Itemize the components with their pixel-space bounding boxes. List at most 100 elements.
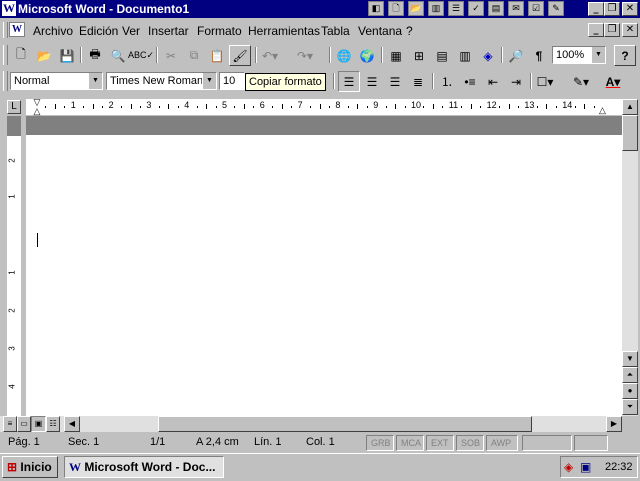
- select-browse-object-icon[interactable]: ●: [622, 383, 638, 399]
- scroll-left-button[interactable]: ◀: [64, 416, 80, 432]
- mode-awp[interactable]: AWP: [486, 435, 518, 451]
- chevron-down-icon[interactable]: ▼: [88, 73, 102, 89]
- word-app-icon[interactable]: W: [2, 1, 16, 16]
- tables-borders-icon[interactable]: ▦: [385, 45, 407, 66]
- bullets-icon[interactable]: •≡: [459, 71, 481, 92]
- save-icon[interactable]: 💾: [56, 45, 78, 66]
- font-combo[interactable]: Times New Roman ▼: [106, 72, 217, 90]
- vertical-ruler[interactable]: 2 1 1 2 3 4: [7, 136, 21, 416]
- menu-insertar[interactable]: Insertar: [148, 24, 189, 38]
- right-indent-marker[interactable]: △: [599, 105, 606, 116]
- chevron-down-icon[interactable]: ▼: [591, 47, 605, 63]
- taskbar-word-button[interactable]: W Microsoft Word - Doc...: [64, 456, 224, 478]
- horizontal-ruler[interactable]: 1 2 3 4 5 6 7 8 9 10 11 12 13 14: [26, 99, 622, 115]
- align-left-icon[interactable]: ☰: [338, 71, 360, 92]
- vertical-scroll-thumb[interactable]: [622, 115, 638, 151]
- online-layout-icon[interactable]: ▭: [17, 416, 31, 432]
- document-icon[interactable]: W: [9, 22, 25, 37]
- show-hide-icon[interactable]: ¶: [528, 45, 550, 66]
- document-map-icon[interactable]: 🔎: [505, 45, 527, 66]
- task-icon[interactable]: ▤: [488, 1, 504, 16]
- menu-herramientas[interactable]: Herramientas: [248, 24, 320, 38]
- menu-help[interactable]: ?: [406, 24, 413, 38]
- document-page[interactable]: [26, 116, 622, 416]
- doc-minimize-button[interactable]: _: [588, 23, 604, 37]
- format-toolbar-grip[interactable]: [3, 71, 8, 91]
- horizontal-scroll-thumb[interactable]: [158, 416, 532, 432]
- outline-view-icon[interactable]: ☷: [46, 416, 60, 432]
- menubar-grip[interactable]: [3, 22, 8, 38]
- mode-grb[interactable]: GRB: [366, 435, 394, 451]
- title-bar[interactable]: W Microsoft Word - Documento1 _ ❐ ✕ ◧ 🗋 📂 ▥…: [0, 0, 640, 18]
- new-document-icon[interactable]: 🗋: [10, 45, 32, 66]
- scroll-up-button[interactable]: ▲: [622, 99, 638, 115]
- insert-table-icon[interactable]: ⊞: [408, 45, 430, 66]
- shortcut-icon[interactable]: ☑: [528, 1, 544, 16]
- scroll-right-button[interactable]: ▶: [606, 416, 622, 432]
- font-color-icon[interactable]: A▾: [602, 71, 624, 92]
- mode-sob[interactable]: SOB: [456, 435, 484, 451]
- print-preview-icon[interactable]: 🔍: [107, 45, 129, 66]
- indent-marker[interactable]: ▽ △: [32, 98, 42, 116]
- start-button[interactable]: ⊞ Inicio: [2, 456, 58, 478]
- mode-ext[interactable]: EXT: [426, 435, 454, 451]
- align-right-icon[interactable]: ☰: [384, 71, 406, 92]
- note-icon[interactable]: ✓: [468, 1, 484, 16]
- insert-excel-icon[interactable]: ▤: [431, 45, 453, 66]
- standard-toolbar-grip[interactable]: [3, 45, 8, 65]
- page-layout-icon[interactable]: ▣: [31, 416, 46, 432]
- copy-icon[interactable]: ⧉: [183, 45, 205, 66]
- restore-button[interactable]: ❐: [604, 2, 620, 16]
- menu-formato[interactable]: Formato: [197, 24, 242, 38]
- highlight-icon[interactable]: ✎▾: [570, 71, 592, 92]
- open-icon[interactable]: 📂: [408, 1, 424, 16]
- menu-ventana[interactable]: Ventana: [358, 24, 402, 38]
- mode-mca[interactable]: MCA: [396, 435, 424, 451]
- align-center-icon[interactable]: ☰: [361, 71, 383, 92]
- folder-icon[interactable]: ✎: [548, 1, 564, 16]
- binder-icon[interactable]: ▥: [428, 1, 444, 16]
- tab-selector[interactable]: L: [7, 100, 21, 114]
- scroll-down-button[interactable]: ▼: [622, 351, 638, 367]
- doc-close-button[interactable]: ✕: [622, 23, 638, 37]
- ruler-tick: [593, 106, 595, 108]
- antivirus-icon[interactable]: ◈: [564, 460, 573, 474]
- minimize-button[interactable]: _: [588, 2, 604, 16]
- normal-view-icon[interactable]: ≡: [3, 416, 17, 432]
- doc-restore-button[interactable]: ❐: [604, 23, 620, 37]
- menu-ver[interactable]: Ver: [122, 24, 140, 38]
- insert-hyperlink-icon[interactable]: 🌐: [333, 45, 355, 66]
- increase-indent-icon[interactable]: ⇥: [505, 71, 527, 92]
- font-size-combo[interactable]: 10: [219, 72, 245, 90]
- open-folder-icon[interactable]: 📂: [33, 45, 55, 66]
- cut-icon[interactable]: ✂: [160, 45, 182, 66]
- contact-icon[interactable]: ☰: [448, 1, 464, 16]
- numbering-icon[interactable]: ⒈: [436, 71, 458, 92]
- menu-archivo[interactable]: Archivo: [33, 24, 73, 38]
- menu-tabla[interactable]: Tabla: [321, 24, 350, 38]
- chevron-down-icon[interactable]: ▼: [202, 73, 216, 89]
- new-doc-icon[interactable]: 🗋: [388, 1, 404, 16]
- close-button[interactable]: ✕: [622, 2, 638, 16]
- previous-page-icon[interactable]: ⏶: [622, 367, 638, 383]
- spelling-icon[interactable]: ABC✓: [128, 45, 154, 66]
- zoom-combo[interactable]: 100% ▼: [552, 46, 606, 64]
- next-page-icon[interactable]: ⏷: [622, 399, 638, 415]
- format-painter-icon[interactable]: 🖌: [229, 45, 251, 66]
- print-icon[interactable]: 🖶: [84, 45, 106, 66]
- menu-edicion[interactable]: Edición: [79, 24, 118, 38]
- tray-app-icon[interactable]: ▣: [580, 460, 591, 474]
- undo-icon[interactable]: ↶▾: [259, 45, 281, 66]
- columns-icon[interactable]: ▥: [454, 45, 476, 66]
- office-logo-icon[interactable]: ◧: [368, 1, 384, 16]
- style-combo[interactable]: Normal ▼: [10, 72, 103, 90]
- paste-icon[interactable]: 📋: [206, 45, 228, 66]
- web-toolbar-icon[interactable]: 🌍: [356, 45, 378, 66]
- decrease-indent-icon[interactable]: ⇤: [482, 71, 504, 92]
- drawing-icon[interactable]: ◈: [477, 45, 499, 66]
- redo-icon[interactable]: ↷▾: [294, 45, 316, 66]
- justify-icon[interactable]: ≣: [407, 71, 429, 92]
- borders-icon[interactable]: ☐▾: [534, 71, 556, 92]
- help-button[interactable]: ?: [614, 45, 636, 66]
- journal-icon[interactable]: ✉: [508, 1, 524, 16]
